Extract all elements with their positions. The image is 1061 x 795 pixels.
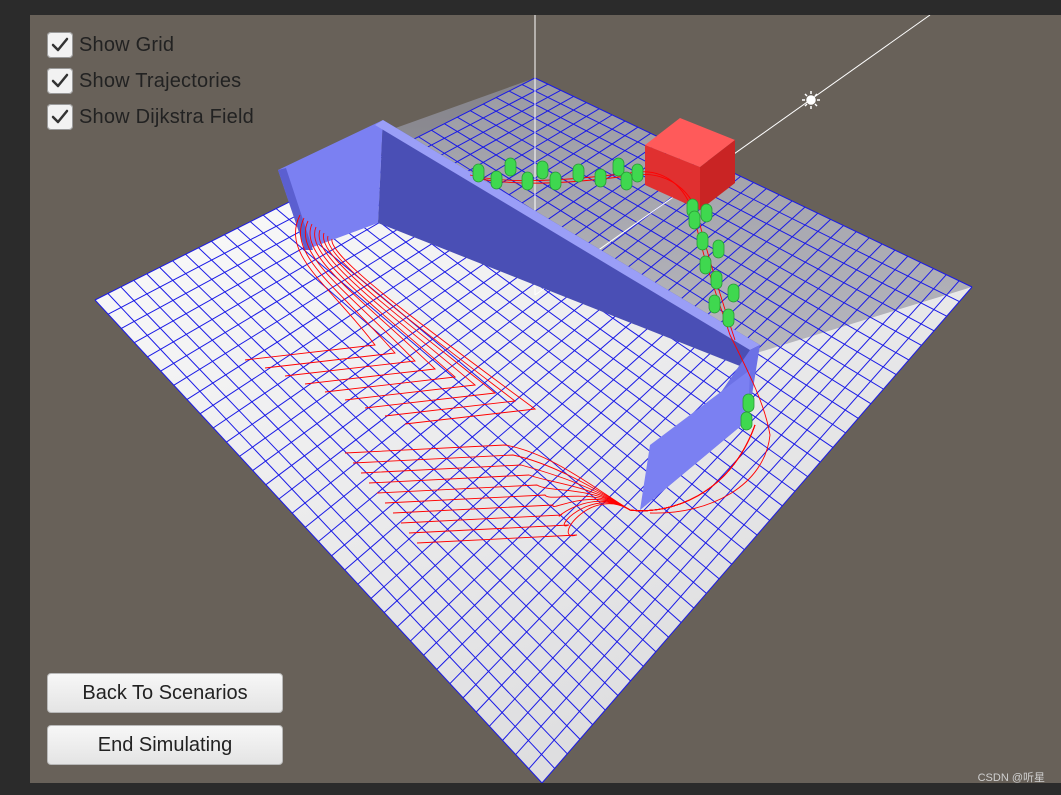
checkbox-show-dijkstra-field[interactable] [47,104,73,130]
agent-capsule [612,157,625,177]
agent-capsule [472,163,485,183]
toggle-show-grid[interactable]: Show Grid [47,31,174,59]
watermark: CSDN @听星 [977,772,1045,784]
agent-capsule [631,163,644,183]
agent-capsule [594,168,607,188]
toggle-label: Show Grid [79,33,175,56]
agent-capsule [536,160,549,180]
agent-capsule [699,255,712,275]
agent-capsule [712,239,725,259]
agent-capsule [549,171,562,191]
sun-icon [802,91,820,109]
toggle-label: Show Trajectories [79,69,242,92]
checkmark-icon [51,73,69,88]
agent-capsule [620,171,633,191]
toggle-show-trajectories[interactable]: Show Trajectories [47,67,241,95]
agent-capsule [490,170,503,190]
agent-capsule [708,294,721,314]
agent-capsule [742,393,755,413]
agent-capsule [688,210,701,230]
toggle-show-dijkstra-field[interactable]: Show Dijkstra Field [47,103,254,131]
agent-capsule [572,163,585,183]
agent-capsule [710,270,723,290]
agent-capsule [722,308,735,328]
back-to-scenarios-button[interactable]: Back To Scenarios [47,673,283,713]
agent-capsule [521,171,534,191]
end-simulating-button[interactable]: End Simulating [47,725,283,765]
checkmark-icon [51,109,69,124]
scene-viewport[interactable]: Show Grid Show Trajectories Show Dijkstr… [30,15,1061,783]
agent-capsule [696,231,709,251]
checkbox-show-trajectories[interactable] [47,68,73,94]
agent-capsule [504,157,517,177]
agent-capsule [740,411,753,431]
agent-capsule [700,203,713,223]
toggle-label: Show Dijkstra Field [79,105,254,128]
checkmark-icon [51,37,69,52]
checkbox-show-grid[interactable] [47,32,73,58]
agent-capsule [727,283,740,303]
